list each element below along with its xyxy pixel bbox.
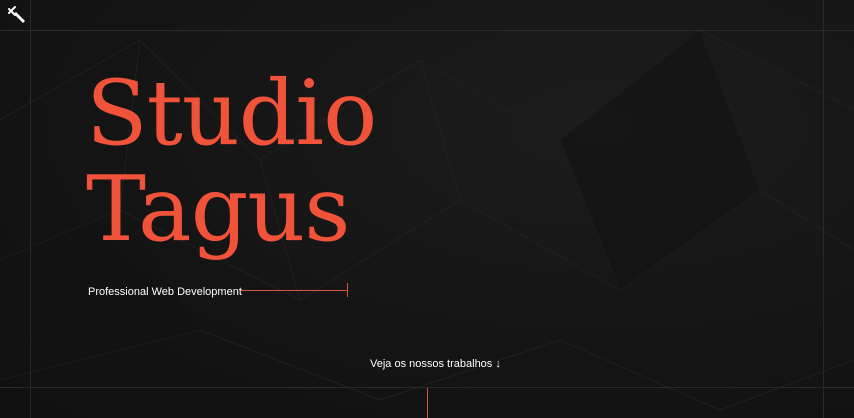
title-line-tagus: Tagus (86, 157, 350, 262)
frame-line-left (30, 0, 31, 418)
scroll-indicator-line (427, 388, 428, 418)
tagline-divider (241, 290, 348, 291)
page-title: Studio Tagus (86, 61, 377, 262)
brush-icon[interactable] (6, 4, 28, 26)
frame-line-right (823, 0, 824, 418)
tagline: Professional Web Development (88, 286, 242, 298)
tagline-divider-tick (347, 283, 348, 297)
title-line-studio: Studio (86, 61, 377, 166)
view-work-link[interactable]: Veja os nossos trabalhos ↓ (370, 357, 501, 371)
frame-line-top (0, 30, 854, 31)
